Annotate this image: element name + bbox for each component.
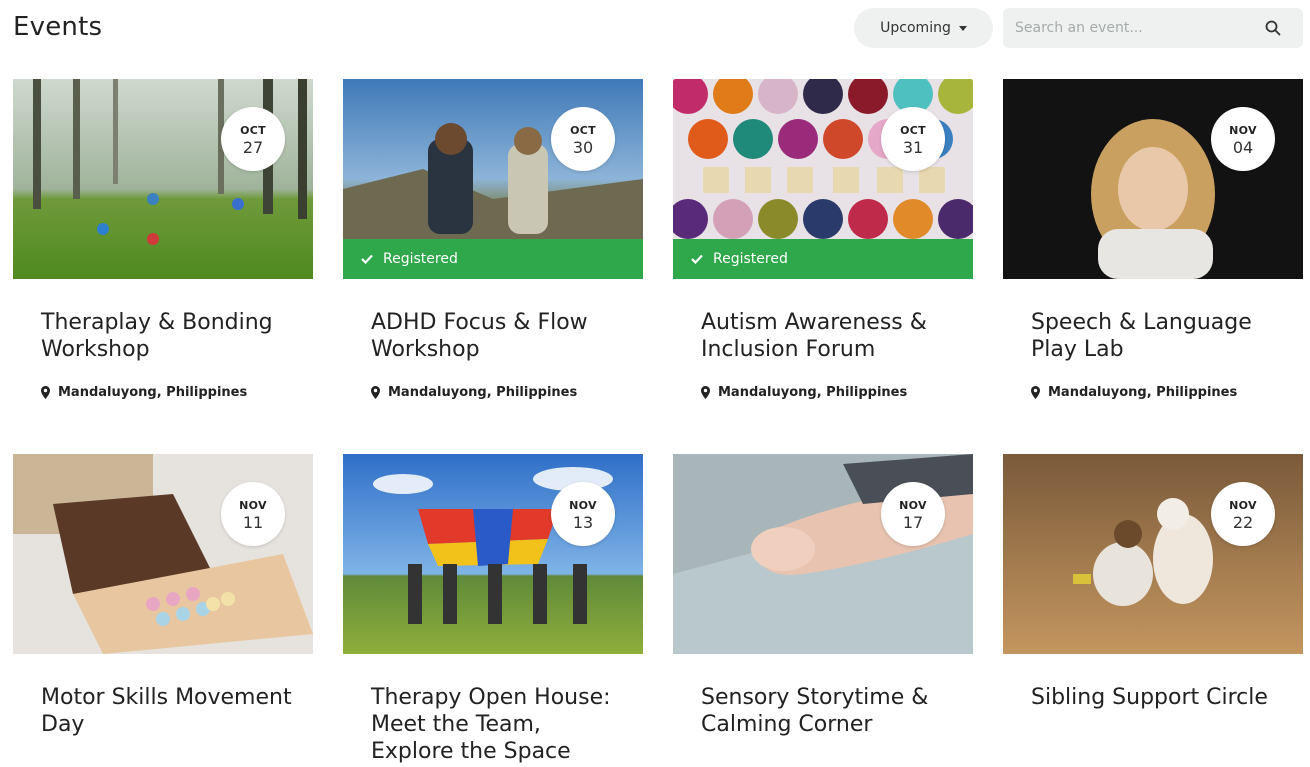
search-input[interactable] xyxy=(1003,8,1243,48)
search-box xyxy=(1003,8,1303,48)
event-date-badge: NOV 17 xyxy=(881,482,945,546)
event-location: Mandaluyong, Philippines xyxy=(1031,385,1237,400)
event-image[interactable]: NOV 11 xyxy=(13,454,313,654)
event-month: NOV xyxy=(1229,124,1257,137)
event-day: 04 xyxy=(1232,138,1254,157)
event-day: 13 xyxy=(572,513,594,532)
event-photo xyxy=(343,454,643,654)
event-card[interactable]: OCT 27 Theraplay & Bonding Workshop Mand… xyxy=(13,79,313,400)
event-location: Mandaluyong, Philippines xyxy=(41,385,247,400)
check-icon xyxy=(361,254,373,264)
event-title[interactable]: Sensory Storytime & Calming Corner xyxy=(701,684,956,738)
registered-banner: Registered xyxy=(343,239,643,279)
event-day: 30 xyxy=(572,138,594,157)
event-card[interactable]: OCT 30 Registered ADHD Focus & Flow Work… xyxy=(343,79,643,400)
event-date-badge: OCT 31 xyxy=(881,107,945,171)
map-pin-icon xyxy=(371,386,380,399)
page-header: Events Upcoming xyxy=(0,0,1310,60)
event-image[interactable]: NOV 04 xyxy=(1003,79,1303,279)
filter-label: Upcoming xyxy=(880,20,951,36)
event-month: NOV xyxy=(569,499,597,512)
page-title: Events xyxy=(13,12,103,42)
event-title[interactable]: Therapy Open House: Meet the Team, Explo… xyxy=(371,684,626,765)
event-title[interactable]: Motor Skills Movement Day xyxy=(41,684,296,738)
event-location: Mandaluyong, Philippines xyxy=(371,385,577,400)
event-date-badge: OCT 27 xyxy=(221,107,285,171)
event-photo xyxy=(1003,79,1303,279)
event-location: Mandaluyong, Philippines xyxy=(701,385,907,400)
event-date-badge: NOV 11 xyxy=(221,482,285,546)
chevron-down-icon xyxy=(958,25,967,31)
event-day: 31 xyxy=(902,138,924,157)
check-icon xyxy=(691,254,703,264)
registered-label: Registered xyxy=(383,251,458,267)
event-date-badge: NOV 22 xyxy=(1211,482,1275,546)
event-location-text: Mandaluyong, Philippines xyxy=(1048,385,1238,400)
event-location-text: Mandaluyong, Philippines xyxy=(388,385,578,400)
event-card[interactable]: NOV 13 Therapy Open House: Meet the Team… xyxy=(343,454,643,764)
event-day: 11 xyxy=(242,513,264,532)
event-image[interactable]: OCT 27 xyxy=(13,79,313,279)
event-month: OCT xyxy=(570,124,596,137)
search-button[interactable] xyxy=(1243,8,1303,48)
event-photo xyxy=(13,454,313,654)
event-month: OCT xyxy=(240,124,266,137)
event-day: 22 xyxy=(1232,513,1254,532)
event-photo xyxy=(13,79,313,279)
event-month: NOV xyxy=(899,499,927,512)
event-title[interactable]: Sibling Support Circle xyxy=(1031,684,1286,711)
event-day: 17 xyxy=(902,513,924,532)
event-image[interactable]: OCT 30 Registered xyxy=(343,79,643,279)
event-card[interactable]: OCT 31 Registered Autism Awareness & Inc… xyxy=(673,79,973,400)
event-photo xyxy=(1003,454,1303,654)
event-month: NOV xyxy=(1229,499,1257,512)
upcoming-filter-dropdown[interactable]: Upcoming xyxy=(854,8,993,48)
event-title[interactable]: Autism Awareness & Inclusion Forum xyxy=(701,309,956,363)
event-location-text: Mandaluyong, Philippines xyxy=(718,385,908,400)
event-image[interactable]: OCT 31 Registered xyxy=(673,79,973,279)
event-photo xyxy=(673,454,973,654)
map-pin-icon xyxy=(701,386,710,399)
event-title[interactable]: Theraplay & Bonding Workshop xyxy=(41,309,296,363)
event-title[interactable]: ADHD Focus & Flow Workshop xyxy=(371,309,626,363)
event-card[interactable]: NOV 04 Speech & Language Play Lab Mandal… xyxy=(1003,79,1303,400)
event-card[interactable]: NOV 17 Sensory Storytime & Calming Corne… xyxy=(673,454,973,737)
event-image[interactable]: NOV 17 xyxy=(673,454,973,654)
event-card[interactable]: NOV 11 Motor Skills Movement Day xyxy=(13,454,313,737)
event-day: 27 xyxy=(242,138,264,157)
event-card[interactable]: NOV 22 Sibling Support Circle xyxy=(1003,454,1303,710)
event-month: OCT xyxy=(900,124,926,137)
registered-banner: Registered xyxy=(673,239,973,279)
map-pin-icon xyxy=(41,386,50,399)
event-location-text: Mandaluyong, Philippines xyxy=(58,385,248,400)
event-date-badge: NOV 13 xyxy=(551,482,615,546)
event-image[interactable]: NOV 13 xyxy=(343,454,643,654)
event-image[interactable]: NOV 22 xyxy=(1003,454,1303,654)
registered-label: Registered xyxy=(713,251,788,267)
map-pin-icon xyxy=(1031,386,1040,399)
search-icon xyxy=(1265,20,1281,36)
event-date-badge: NOV 04 xyxy=(1211,107,1275,171)
event-title[interactable]: Speech & Language Play Lab xyxy=(1031,309,1286,363)
event-date-badge: OCT 30 xyxy=(551,107,615,171)
event-month: NOV xyxy=(239,499,267,512)
